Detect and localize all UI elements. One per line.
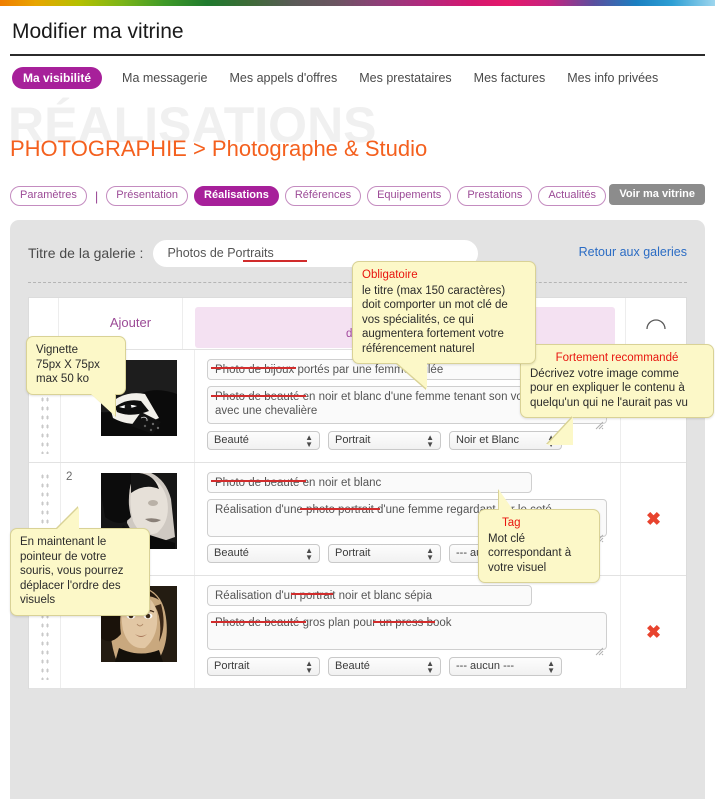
nav-item-mes-factures[interactable]: Mes factures — [472, 69, 548, 87]
tab-presentation[interactable]: Présentation — [106, 186, 189, 206]
select-value: --- aucun --- — [456, 660, 515, 672]
select-value: Portrait — [335, 547, 371, 559]
select-subcategory-3[interactable]: Beauté ▲ ▼ — [328, 657, 441, 676]
tooltip-tail — [499, 490, 513, 510]
realisation-title-input-2[interactable] — [207, 472, 532, 493]
chevron-updown-icon: ▲▼ — [426, 659, 434, 675]
tab-parametres[interactable]: Paramètres — [10, 186, 87, 206]
tooltip-obligatoire: Obligatoire le titre (max 150 caractères… — [352, 261, 536, 389]
select-subcategory-1[interactable]: Portrait ▲ ▼ — [328, 431, 441, 450]
row-delete-cell: ✖ — [620, 576, 686, 688]
nav-item-ma-messagerie[interactable]: Ma messagerie — [120, 69, 209, 87]
chevron-updown-icon: ▲▼ — [305, 659, 313, 675]
spellcheck-underline — [211, 621, 306, 623]
delete-x-icon[interactable]: ✖ — [646, 623, 661, 641]
select-value: Beauté — [214, 434, 249, 446]
tooltip-tail — [91, 393, 115, 416]
vitrine-tabs: Paramètres | Présentation Réalisations R… — [0, 184, 715, 208]
select-value: Beauté — [335, 660, 370, 672]
realisation-title-input-3[interactable] — [207, 585, 532, 606]
row-tag-selects-3: Portrait ▲ ▼ Beauté ▲ ▼ --- aucun --- ▲ ▼ — [207, 657, 610, 676]
tab-prestations[interactable]: Prestations — [457, 186, 533, 206]
tooltip-tag-body: Mot clé correspondant à votre visuel — [488, 532, 572, 574]
chevron-updown-icon: ▲▼ — [426, 433, 434, 449]
tooltip-obligatoire-head: Obligatoire — [362, 269, 418, 281]
spellcheck-underline — [291, 593, 333, 595]
breadcrumb: PHOTOGRAPHIE > Photographe & Studio — [10, 136, 428, 161]
spellcheck-underline — [211, 395, 306, 397]
header-cell-delete — [624, 298, 686, 349]
tab-realisations[interactable]: Réalisations — [194, 186, 279, 206]
select-value: Portrait — [214, 660, 250, 672]
select-value: Portrait — [335, 434, 371, 446]
tooltip-deplacer: En maintenant le pointeur de votre souri… — [10, 507, 150, 616]
main-navigation: Ma visibilité Ma messagerie Mes appels d… — [0, 56, 715, 100]
select-category-3[interactable]: Portrait ▲ ▼ — [207, 657, 320, 676]
chevron-updown-icon: ▲▼ — [547, 659, 555, 675]
tab-references[interactable]: Références — [284, 186, 362, 206]
tooltip-obligatoire-body: le titre (max 150 caractères) doit compo… — [362, 284, 508, 355]
tab-actualites[interactable]: Actualités — [538, 186, 607, 206]
back-to-galleries-link[interactable]: Retour aux galeries — [579, 245, 687, 259]
select-value: Noir et Blanc — [456, 434, 519, 446]
select-category-2[interactable]: Beauté ▲ ▼ — [207, 544, 320, 563]
chevron-updown-icon: ▲▼ — [426, 546, 434, 562]
row-number: 2 — [66, 471, 73, 483]
view-vitrine-button[interactable]: Voir ma vitrine — [609, 184, 705, 205]
tooltip-tail — [397, 363, 427, 389]
spellcheck-underline — [300, 508, 380, 510]
nav-item-ma-visibilite[interactable]: Ma visibilité — [12, 67, 103, 89]
spellcheck-underline — [373, 621, 435, 623]
spellcheck-underline — [211, 367, 296, 369]
tooltip-tail — [57, 507, 79, 529]
select-category-1[interactable]: Beauté ▲ ▼ — [207, 431, 320, 450]
tooltip-tag-head: Tag — [502, 517, 521, 529]
tooltip-vignette-body: Vignette 75px X 75px max 50 ko — [36, 344, 100, 385]
delete-x-icon[interactable]: ✖ — [646, 510, 661, 528]
select-value: Beauté — [214, 547, 249, 559]
tab-equipements[interactable]: Equipements — [367, 186, 452, 206]
select-tag-1[interactable]: Noir et Blanc ▲ ▼ — [449, 431, 562, 450]
tooltip-vignette: Vignette 75px X 75px max 50 ko — [26, 336, 126, 416]
page-title: Modifier ma vitrine — [12, 20, 184, 43]
tooltip-tag: Tag Mot clé correspondant à votre visuel — [478, 490, 600, 583]
spellcheck-underline — [243, 259, 308, 262]
section-header: RÉALISATIONS PHOTOGRAPHIE > Photographe … — [0, 100, 715, 184]
gallery-title-label: Titre de la galerie : — [28, 245, 144, 261]
add-media-label[interactable]: Ajouter — [79, 315, 182, 330]
tab-separator: | — [94, 188, 99, 204]
chevron-updown-icon: ▲▼ — [305, 433, 313, 449]
select-tag-3[interactable]: --- aucun --- ▲ ▼ — [449, 657, 562, 676]
tooltip-recommande-head: Fortement recommandé — [555, 352, 679, 364]
chevron-updown-icon: ▲▼ — [305, 546, 313, 562]
nav-item-mes-prestataires[interactable]: Mes prestataires — [357, 69, 453, 87]
realisation-description-3[interactable]: Photo de beauté gros plan pour un press … — [207, 612, 607, 650]
nav-item-mes-appels-d-offres[interactable]: Mes appels d'offres — [227, 69, 339, 87]
arc-icon — [645, 316, 667, 333]
select-subcategory-2[interactable]: Portrait ▲ ▼ — [328, 544, 441, 563]
row-delete-cell: ✖ — [620, 463, 686, 575]
tooltip-recommande-body: Décrivez votre image comme pour en expli… — [530, 367, 688, 409]
spellcheck-underline — [211, 480, 306, 482]
tooltip-recommande: Fortement recommandé Décrivez votre imag… — [520, 344, 714, 445]
nav-item-mes-info-privees[interactable]: Mes info privées — [565, 69, 660, 87]
tooltip-deplacer-body: En maintenant le pointeur de votre souri… — [20, 536, 124, 606]
row-fields-cell: Photo de beauté gros plan pour un press … — [195, 576, 620, 688]
tooltip-tail — [547, 417, 573, 445]
